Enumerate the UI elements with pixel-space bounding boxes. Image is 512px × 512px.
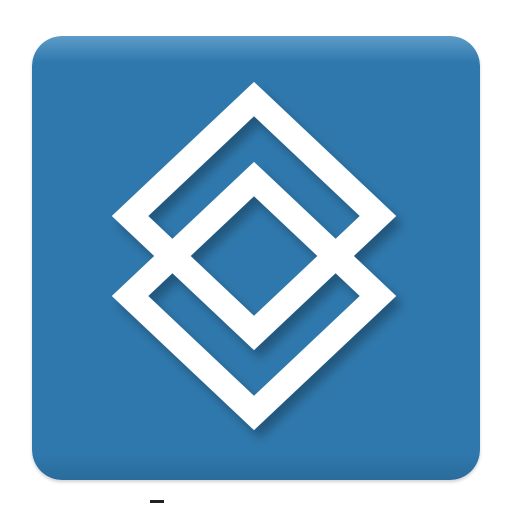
double-diamond-logo-icon [32, 36, 480, 480]
app-icon-screen [0, 0, 512, 512]
app-icon-tile[interactable] [32, 36, 480, 480]
bottom-edge-mark [150, 500, 164, 503]
